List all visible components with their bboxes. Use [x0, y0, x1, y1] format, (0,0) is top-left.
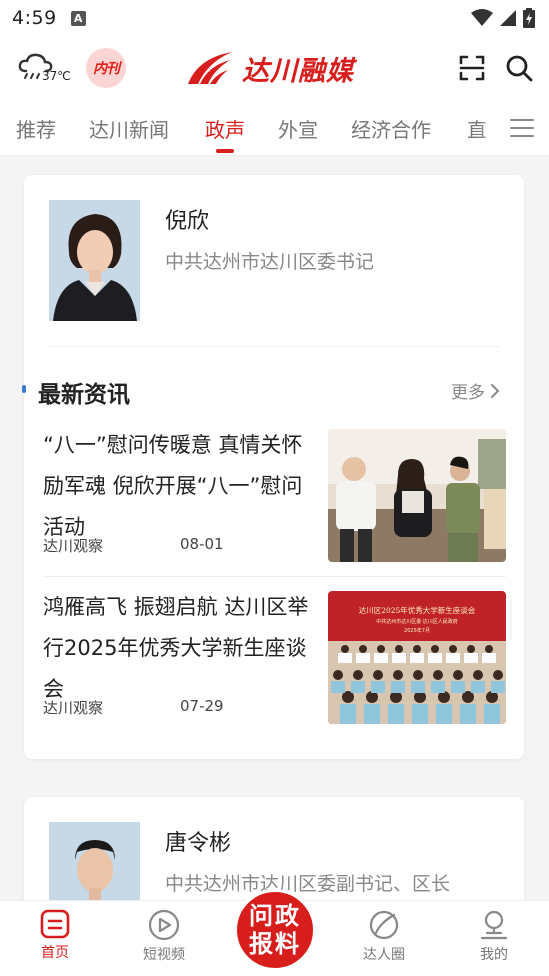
section-title: 最新资讯: [38, 382, 130, 408]
active-tab-indicator: [216, 149, 234, 153]
nav-short-video[interactable]: 短视频: [124, 909, 204, 964]
neikan-button[interactable]: 内刊: [86, 48, 126, 88]
home-icon: [40, 909, 70, 939]
tab-waixuan[interactable]: 外宣: [278, 114, 318, 143]
nav-label: 首页: [41, 945, 69, 961]
leader-name: 唐令彬: [165, 831, 232, 856]
channel-menu-button[interactable]: [495, 100, 549, 155]
divider: [49, 346, 499, 347]
nav-home[interactable]: 首页: [15, 909, 95, 962]
logo-text: 达川融媒: [242, 55, 354, 87]
status-bar: 4:59 A: [0, 0, 549, 36]
chevron-right-icon: [491, 383, 500, 398]
report-line-1: 问政: [249, 901, 301, 930]
nav-talent-circle[interactable]: 达人圈: [344, 909, 424, 964]
news-date: 07-29: [180, 697, 224, 715]
play-icon: [148, 909, 180, 941]
app-header: 37℃ 内刊 达川融媒: [0, 36, 549, 100]
leader-portrait[interactable]: [49, 200, 140, 321]
news-photo-visit: [328, 429, 506, 562]
news-separator: [42, 576, 506, 577]
report-button[interactable]: 问政 报料: [234, 889, 316, 971]
battery-icon: [523, 8, 535, 28]
news-date: 08-01: [180, 535, 224, 553]
banner-line-1: 达川区2025年优秀大学新生座谈会: [359, 605, 476, 615]
report-line-2: 报料: [249, 929, 301, 958]
nav-profile[interactable]: 我的: [454, 909, 534, 964]
tab-dachuan-news[interactable]: 达川新闻: [89, 114, 169, 143]
leader-card: 倪欣 中共达州市达川区委书记 最新资讯 更多 “八一”慰问传暖意 真情关怀励军魂…: [22, 175, 524, 759]
news-thumbnail: 达川区2025年优秀大学新生座谈会 中共达州市达川区委 达川区人民政府 2025…: [328, 591, 506, 724]
menu-icon: [510, 118, 534, 137]
wifi-icon: [471, 9, 493, 26]
scroll-indicator: [22, 385, 26, 393]
bottom-navigation: 首页 短视频 问政 报料 达人圈 我的: [0, 889, 549, 976]
nav-label: 我的: [480, 947, 508, 963]
news-title: 鸿雁高飞 振翅启航 达川区举行2025年优秀大学新生座谈会: [43, 595, 309, 701]
news-item[interactable]: “八一”慰问传暖意 真情关怀励军魂 倪欣开展“八一”慰问活动 达川观察 08-0…: [24, 425, 524, 575]
logo-swoosh-icon: [188, 52, 232, 84]
tab-recommend[interactable]: 推荐: [16, 114, 56, 143]
news-title: “八一”慰问传暖意 真情关怀励军魂 倪欣开展“八一”慰问活动: [43, 433, 303, 539]
weather-widget[interactable]: 37℃: [18, 53, 78, 87]
leader-title: 中共达州市达川区委副书记、区长: [165, 873, 451, 895]
circle-icon: [369, 910, 399, 940]
news-photo-forum: 达川区2025年优秀大学新生座谈会 中共达州市达川区委 达川区人民政府 2025…: [328, 591, 506, 724]
notification-icon: A: [70, 10, 86, 26]
leader-name: 倪欣: [165, 209, 210, 234]
neikan-label: 内刊: [93, 61, 120, 77]
news-item[interactable]: 鸿雁高飞 振翅启航 达川区举行2025年优秀大学新生座谈会 达川观察 07-29…: [24, 587, 524, 737]
more-link[interactable]: 更多: [451, 378, 500, 403]
scan-button[interactable]: [458, 54, 486, 82]
search-button[interactable]: [505, 54, 533, 82]
search-icon: [506, 55, 533, 82]
app-logo: 达川融媒: [184, 48, 354, 88]
more-label: 更多: [451, 383, 485, 403]
news-source: 达川观察: [43, 699, 104, 717]
channel-tabs: 推荐 达川新闻 政声 外宣 经济合作 直: [0, 100, 549, 156]
tab-economic-cooperation[interactable]: 经济合作: [351, 114, 431, 143]
leader-title: 中共达州市达川区委书记: [165, 251, 375, 273]
tab-zhengsheng[interactable]: 政声: [205, 114, 245, 143]
weather-temperature: 37℃: [42, 69, 71, 83]
signal-icon: [500, 10, 516, 26]
banner-line-3: 2025年7月: [404, 627, 430, 634]
news-source: 达川观察: [43, 537, 104, 555]
nav-label: 达人圈: [363, 947, 405, 963]
news-thumbnail: [328, 429, 506, 562]
profile-icon: [480, 910, 508, 940]
portrait-image: [49, 200, 140, 321]
tab-zhi[interactable]: 直: [467, 114, 487, 143]
scan-icon: [459, 55, 485, 81]
status-icons: [471, 8, 535, 28]
nav-label: 短视频: [143, 947, 185, 963]
status-time: 4:59: [12, 7, 57, 29]
banner-line-2: 中共达州市达川区委 达川区人民政府: [376, 618, 458, 625]
